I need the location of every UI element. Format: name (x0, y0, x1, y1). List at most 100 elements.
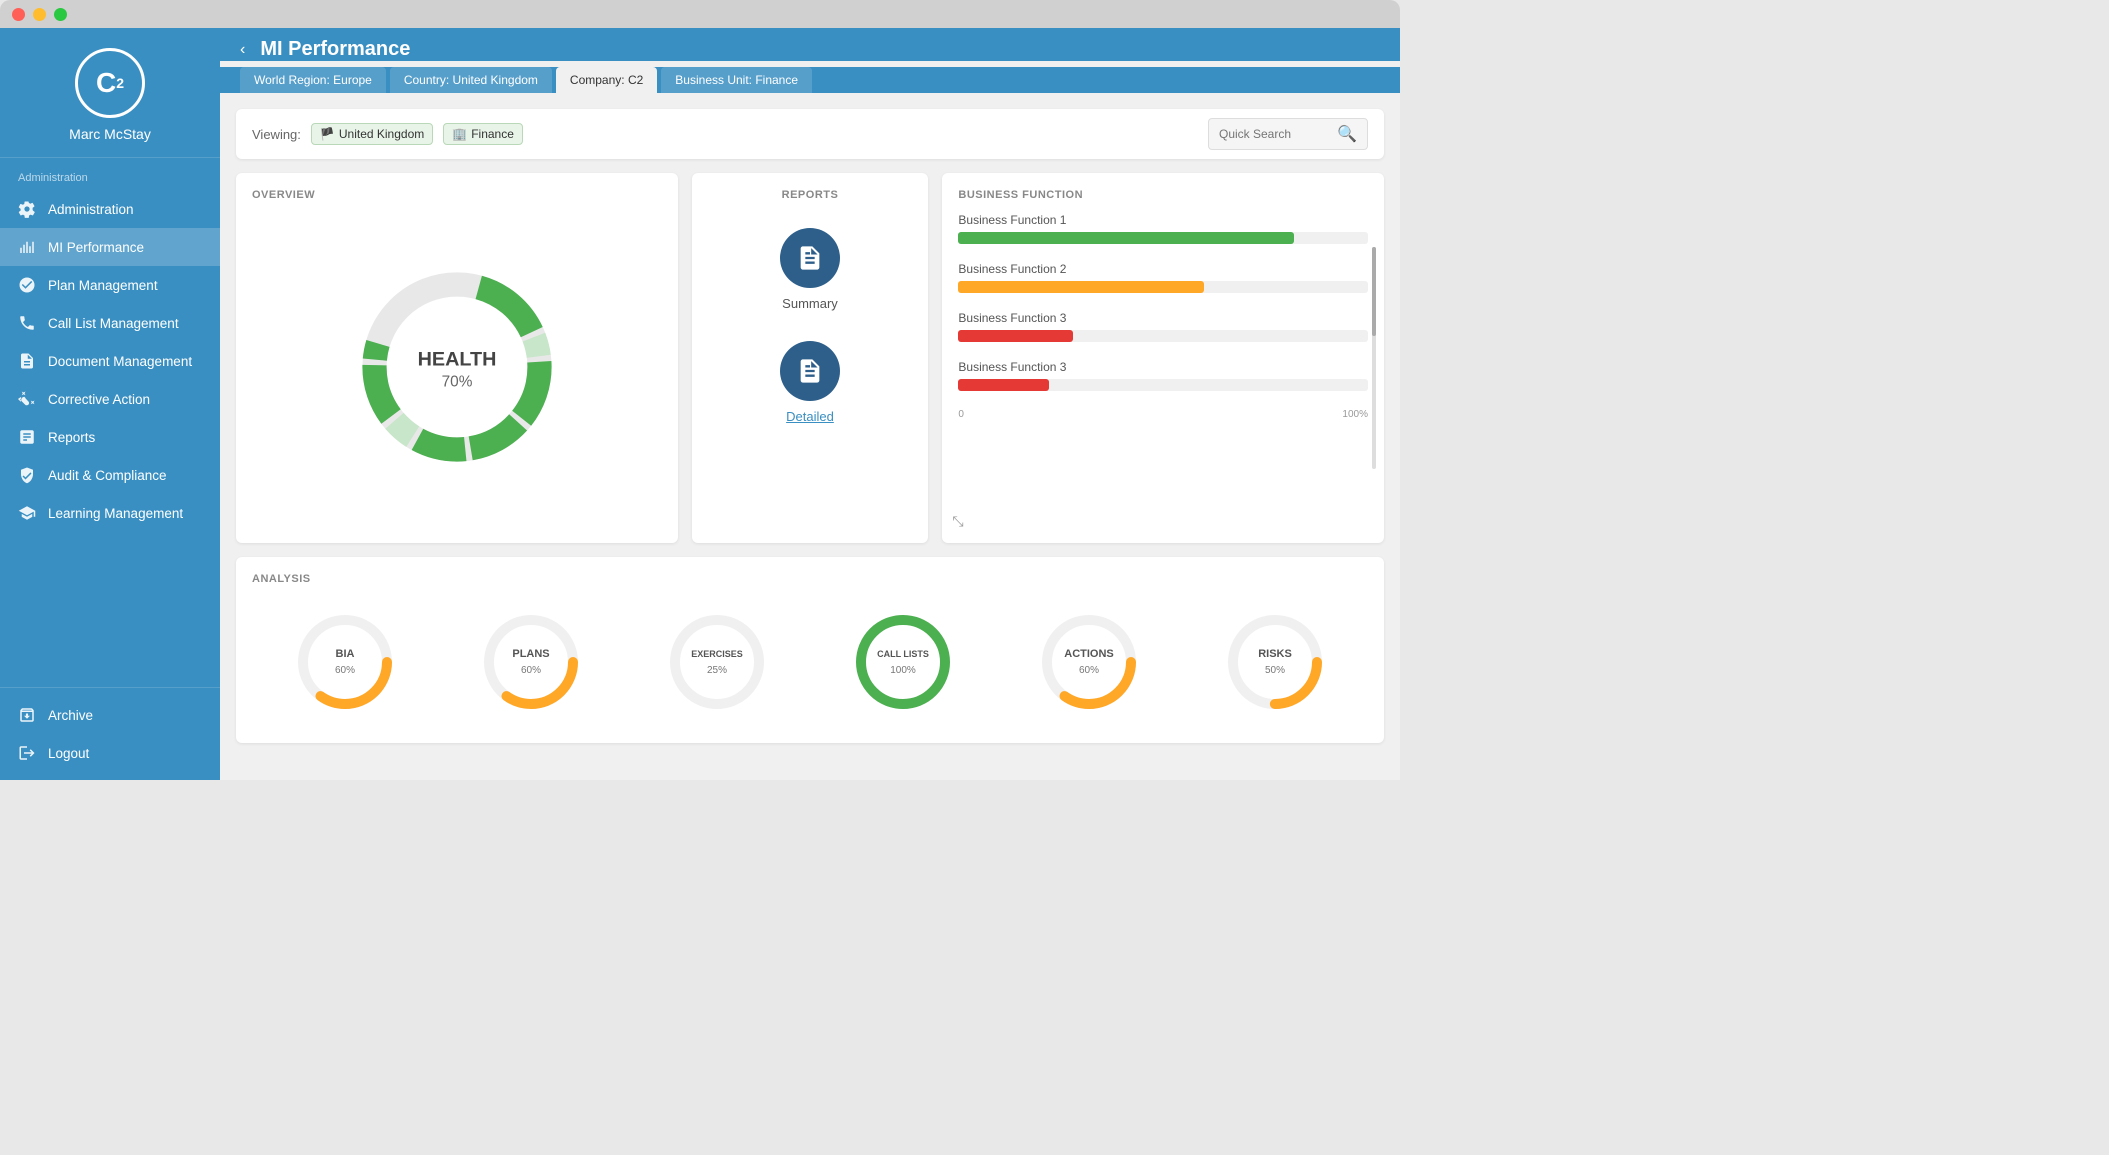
filter-bar: Viewing: 🏴 United Kingdom 🏢 Finance 🔍 (236, 109, 1384, 159)
page-title: MI Performance (260, 38, 1380, 61)
breadcrumb-tab-country[interactable]: Country: United Kingdom (390, 67, 552, 93)
bf-item-3: Business Function 3 (958, 311, 1368, 342)
scroll-indicator (1372, 247, 1376, 469)
building-icon: 🏢 (452, 127, 467, 141)
sidebar-item-document-management-label: Document Management (48, 354, 192, 369)
filter-tag-uk[interactable]: 🏴 United Kingdom (311, 123, 433, 145)
bia-label-text: BIA (336, 648, 355, 660)
bf-item-1: Business Function 1 (958, 213, 1368, 244)
sidebar-section-label: Administration (0, 158, 220, 190)
summary-label: Summary (782, 296, 838, 311)
phone-icon (18, 314, 36, 332)
sidebar-username: Marc McStay (69, 126, 151, 142)
viewing-label: Viewing: (252, 127, 301, 142)
scroll-thumb (1372, 247, 1376, 336)
main-content: ‹ MI Performance World Region: Europe Co… (220, 28, 1400, 780)
health-label: HEALTH (417, 349, 496, 371)
breadcrumb-tab-business-unit[interactable]: Business Unit: Finance (661, 67, 812, 93)
donut-chart-container: HEALTH 70% (252, 213, 662, 521)
summary-icon-circle (780, 228, 840, 288)
gauge-bia: BIA 60% (290, 607, 400, 717)
plans-pct-text: 60% (521, 665, 541, 676)
gauge-exercises: EXERCISES 25% (662, 607, 772, 717)
bf-axis-max: 100% (1342, 409, 1368, 420)
bf-1-title: Business Function 1 (958, 213, 1368, 227)
risks-label-text: RISKS (1258, 648, 1292, 660)
breadcrumb-tab-company[interactable]: Company: C2 (556, 67, 657, 93)
sidebar-item-archive[interactable]: Archive (0, 696, 220, 734)
gauge-risks: RISKS 50% (1220, 607, 1330, 717)
bia-pct-text: 60% (335, 665, 355, 676)
search-input[interactable] (1219, 127, 1331, 141)
detailed-icon-circle (780, 341, 840, 401)
filter-tag-finance[interactable]: 🏢 Finance (443, 123, 523, 145)
sidebar-item-call-list-label: Call List Management (48, 316, 179, 331)
sidebar-item-mi-performance[interactable]: MI Performance (0, 228, 220, 266)
plans-gauge-svg: PLANS 60% (476, 607, 586, 717)
sidebar-item-call-list-management[interactable]: Call List Management (0, 304, 220, 342)
plans-label-text: PLANS (512, 648, 549, 660)
maximize-button[interactable] (54, 8, 67, 21)
breadcrumb-tab-world-region[interactable]: World Region: Europe (240, 67, 386, 93)
sidebar-item-document-management[interactable]: Document Management (0, 342, 220, 380)
actions-gauge-svg: ACTIONS 60% (1034, 607, 1144, 717)
file-icon (18, 352, 36, 370)
dashboard: Viewing: 🏴 United Kingdom 🏢 Finance 🔍 (220, 93, 1400, 780)
bf-item-4: Business Function 3 (958, 360, 1368, 391)
sidebar-item-logout[interactable]: Logout (0, 734, 220, 772)
bf-2-fill (958, 281, 1204, 293)
exercises-label-text: EXERCISES (691, 649, 743, 659)
business-function-label: BUSINESS FUNCTION (958, 189, 1368, 201)
sidebar-item-corrective-action-label: Corrective Action (48, 392, 150, 407)
sidebar-logo: C2 Marc McStay (0, 28, 220, 158)
collapse-sidebar-button[interactable]: ‹ (240, 41, 245, 59)
app-container: C2 Marc McStay Administration Administra… (0, 28, 1400, 780)
sidebar-item-administration[interactable]: Administration (0, 190, 220, 228)
sidebar-item-plan-management[interactable]: Plan Management (0, 266, 220, 304)
sidebar-item-logout-label: Logout (48, 746, 89, 761)
close-button[interactable] (12, 8, 25, 21)
search-icon: 🔍 (1337, 124, 1357, 144)
call-lists-pct-text: 100% (890, 665, 916, 676)
exercises-pct-text: 25% (707, 665, 727, 676)
wrench-icon (18, 390, 36, 408)
reports-panel: REPORTS Summary (692, 173, 929, 543)
breadcrumb-bar: World Region: Europe Country: United Kin… (220, 67, 1400, 93)
bf-3-fill (958, 330, 1073, 342)
expand-button[interactable]: ⤡ (952, 513, 972, 533)
bf-4-title: Business Function 3 (958, 360, 1368, 374)
logo-sup: 2 (116, 75, 124, 91)
sidebar: C2 Marc McStay Administration Administra… (0, 28, 220, 780)
logout-icon (18, 744, 36, 762)
sidebar-item-reports[interactable]: Reports (0, 418, 220, 456)
report-item-detailed[interactable]: Detailed (780, 341, 840, 424)
sidebar-item-learning-management[interactable]: Learning Management (0, 494, 220, 532)
sidebar-bottom: Archive Logout (0, 687, 220, 780)
analysis-panel: ANALYSIS BIA 60% (236, 557, 1384, 743)
gauge-actions: ACTIONS 60% (1034, 607, 1144, 717)
filter-tag-uk-label: United Kingdom (339, 127, 424, 141)
gauge-call-lists: CALL LISTS 100% (848, 607, 958, 717)
sidebar-item-corrective-action[interactable]: Corrective Action (0, 380, 220, 418)
minimize-button[interactable] (33, 8, 46, 21)
report-item-summary[interactable]: Summary (780, 228, 840, 311)
filter-row: Viewing: 🏴 United Kingdom 🏢 Finance 🔍 (236, 109, 1384, 159)
sidebar-item-plan-management-label: Plan Management (48, 278, 158, 293)
health-pct: 70% (441, 373, 472, 390)
sidebar-item-audit-compliance-label: Audit & Compliance (48, 468, 167, 483)
chart-bar-icon (18, 238, 36, 256)
actions-label-text: ACTIONS (1064, 648, 1114, 660)
risks-gauge-svg: RISKS 50% (1220, 607, 1330, 717)
document-icon (796, 244, 824, 272)
sidebar-item-administration-label: Administration (48, 202, 134, 217)
analysis-gauges: BIA 60% PLANS 60% (252, 597, 1368, 727)
bf-1-fill (958, 232, 1294, 244)
search-box[interactable]: 🔍 (1208, 118, 1368, 150)
sidebar-item-archive-label: Archive (48, 708, 93, 723)
bia-gauge-svg: BIA 60% (290, 607, 400, 717)
archive-icon (18, 706, 36, 724)
actions-pct-text: 60% (1079, 665, 1099, 676)
graduation-icon (18, 504, 36, 522)
detailed-label[interactable]: Detailed (786, 409, 834, 424)
sidebar-item-audit-compliance[interactable]: Audit & Compliance (0, 456, 220, 494)
